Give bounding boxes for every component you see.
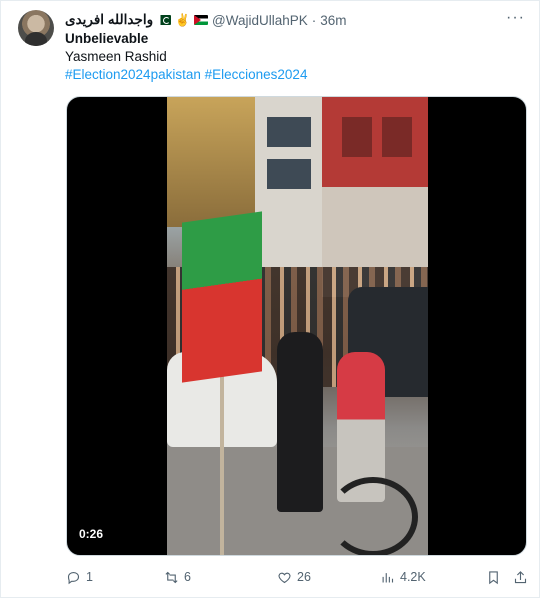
- hashtag-link[interactable]: #Election2024pakistan: [65, 67, 201, 82]
- pakistan-flag-icon: [157, 15, 172, 25]
- reply-count: 1: [86, 570, 93, 584]
- views-icon: [382, 572, 394, 582]
- tweet-header: واجدالله افریدی ✌ @WajidUllahPK · 36m: [65, 11, 347, 29]
- tweet-card[interactable]: واجدالله افریدی ✌ @WajidUllahPK · 36m ··…: [0, 0, 540, 598]
- party-flag: [182, 211, 262, 383]
- tweet-text-line-1: Unbelievable: [65, 31, 149, 46]
- avatar[interactable]: [18, 10, 54, 46]
- repost-count: 6: [184, 570, 191, 584]
- repost-button[interactable]: 6: [164, 567, 191, 587]
- display-name[interactable]: واجدالله افریدی: [65, 12, 153, 28]
- hashtag-link[interactable]: #Elecciones2024: [205, 67, 308, 82]
- reply-button[interactable]: 1: [66, 567, 93, 587]
- view-count: 4.2K: [400, 570, 426, 584]
- separator-dot: ·: [311, 12, 317, 28]
- timestamp[interactable]: 36m: [320, 13, 346, 28]
- more-icon[interactable]: ···: [506, 9, 525, 27]
- like-button[interactable]: 26: [277, 567, 311, 587]
- person: [277, 332, 323, 512]
- victory-hand-icon: ✌: [175, 13, 191, 27]
- bookmark-icon: [489, 570, 498, 584]
- tweet-text-line-2: Yasmeen Rashid: [65, 49, 167, 64]
- share-icon: [514, 570, 527, 583]
- bookmark-button[interactable]: [486, 567, 501, 587]
- building: [167, 97, 257, 227]
- tweet-hashtags: #Election2024pakistan #Elecciones2024: [65, 66, 307, 84]
- tweet-actions: 1 6 26 4.2K: [66, 567, 528, 587]
- palestine-flag-icon: [194, 15, 209, 25]
- share-button[interactable]: [513, 567, 528, 587]
- user-handle[interactable]: @WajidUllahPK: [212, 13, 308, 28]
- like-icon: [278, 572, 291, 583]
- repost-icon: [165, 571, 178, 583]
- video-duration: 0:26: [79, 527, 104, 541]
- video-frame[interactable]: [167, 97, 428, 555]
- like-count: 26: [297, 570, 311, 584]
- motorbike: [328, 477, 418, 555]
- building: [255, 97, 325, 267]
- video-player[interactable]: 0:26: [66, 96, 527, 556]
- reply-icon: [67, 571, 80, 584]
- views-button[interactable]: 4.2K: [380, 567, 426, 587]
